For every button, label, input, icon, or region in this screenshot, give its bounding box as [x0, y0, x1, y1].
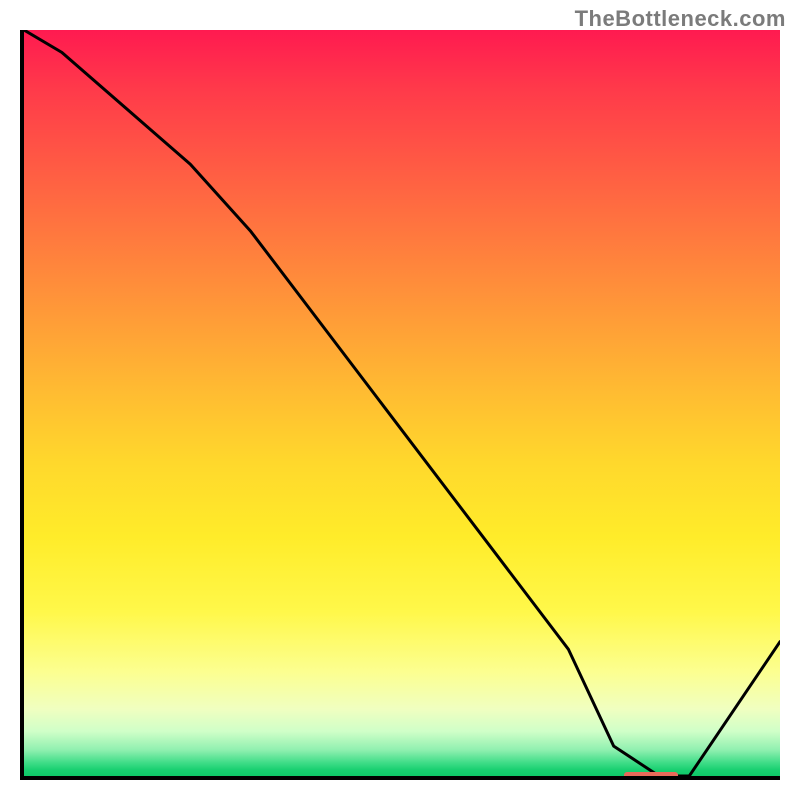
watermark-label: TheBottleneck.com: [575, 6, 786, 32]
bottleneck-curve: [24, 30, 780, 776]
optimum-marker: [624, 772, 677, 779]
curve-svg: [24, 30, 780, 776]
plot-area: [20, 30, 780, 780]
chart-stage: TheBottleneck.com: [0, 0, 800, 800]
